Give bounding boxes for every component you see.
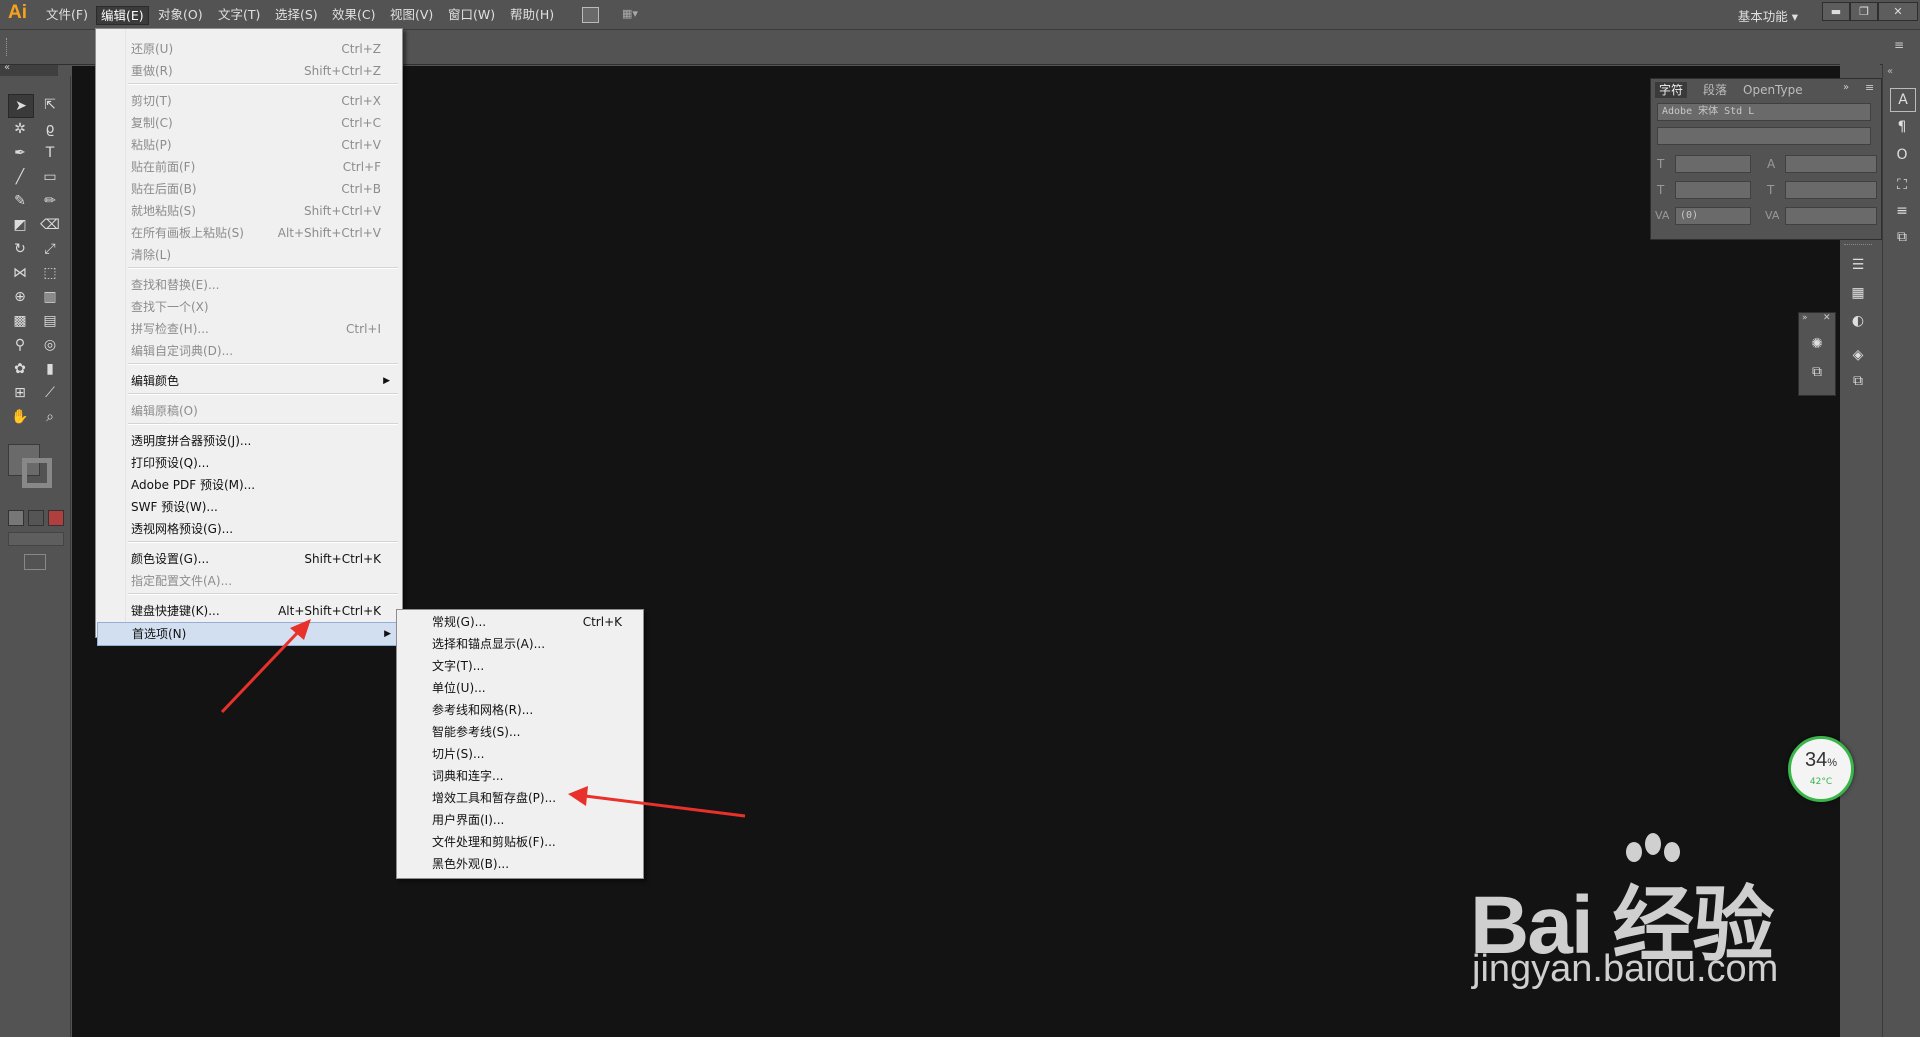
cpu-temp: 42°C — [1809, 777, 1833, 787]
cpu-usage: 34% — [1791, 749, 1851, 772]
arrow-to-preferences — [220, 619, 311, 714]
cpu-percent-value: 34 — [1804, 749, 1828, 771]
arrow-to-plugins-scratch — [568, 786, 746, 818]
performance-widget[interactable]: 34% 42°C — [1788, 736, 1854, 802]
cpu-percent-unit: % — [1827, 757, 1838, 769]
baidu-watermark: Bai 经验 jingyan.baidu.com — [1470, 830, 1830, 1000]
watermark-site: jingyan.baidu.com — [1472, 948, 1779, 990]
